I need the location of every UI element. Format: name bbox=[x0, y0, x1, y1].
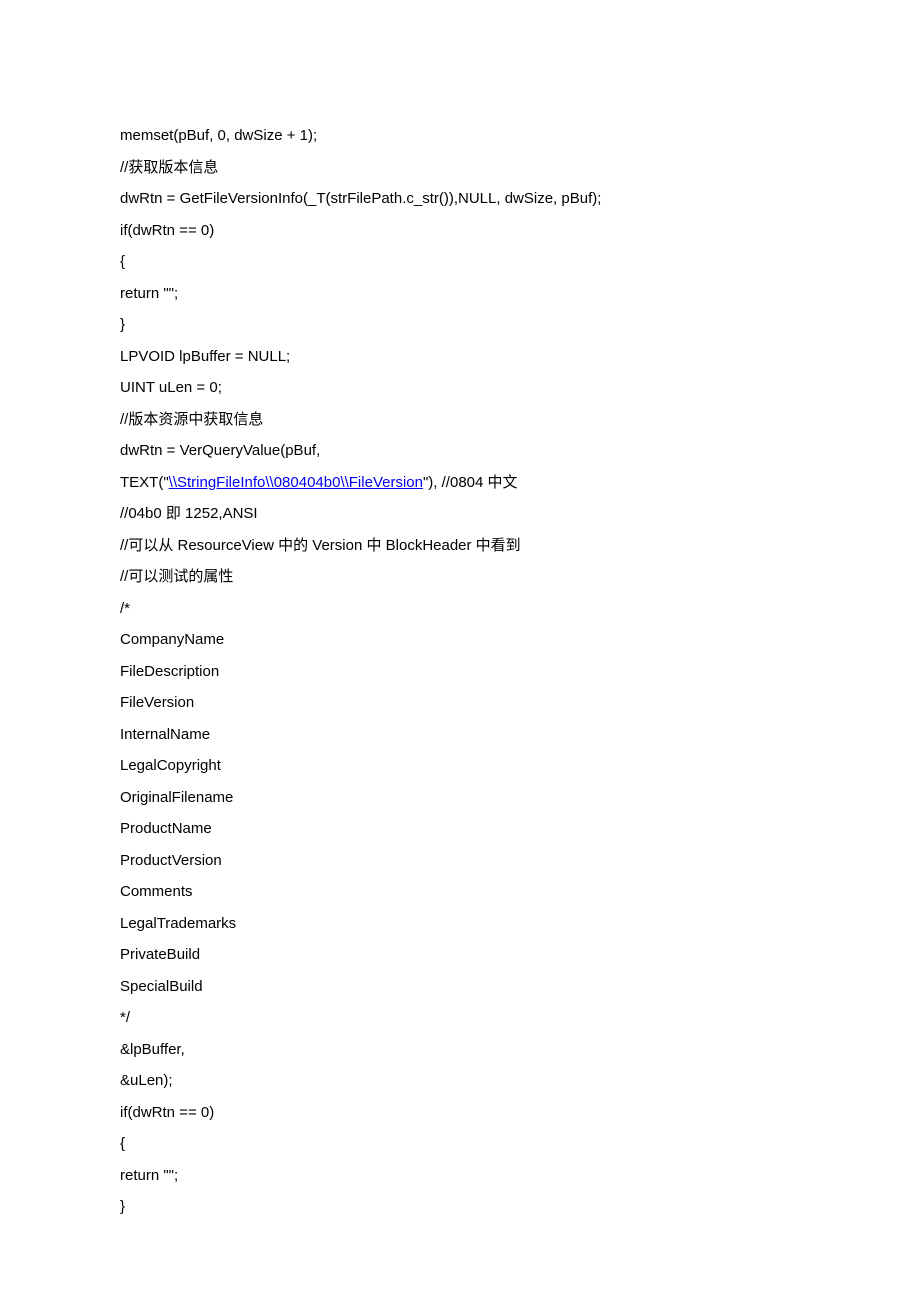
code-line: } bbox=[120, 1191, 800, 1223]
code-line: { bbox=[120, 1128, 800, 1160]
code-line: return ""; bbox=[120, 278, 800, 310]
string-file-info-link[interactable]: \\StringFileInfo\\080404b0\\FileVersion bbox=[169, 474, 423, 491]
code-line: //04b0 即 1252,ANSI bbox=[120, 498, 800, 530]
code-line: ProductVersion bbox=[120, 845, 800, 877]
code-line: ProductName bbox=[120, 813, 800, 845]
code-line: */ bbox=[120, 1002, 800, 1034]
code-line: PrivateBuild bbox=[120, 939, 800, 971]
code-line: { bbox=[120, 246, 800, 278]
code-line: //可以测试的属性 bbox=[120, 561, 800, 593]
code-line-with-link: TEXT("\\StringFileInfo\\080404b0\\FileVe… bbox=[120, 467, 800, 499]
code-line: &lpBuffer, bbox=[120, 1034, 800, 1066]
code-line: //版本资源中获取信息 bbox=[120, 404, 800, 436]
code-line: /* bbox=[120, 593, 800, 625]
code-line: } bbox=[120, 309, 800, 341]
code-line: OriginalFilename bbox=[120, 782, 800, 814]
code-line: LegalCopyright bbox=[120, 750, 800, 782]
code-line: LegalTrademarks bbox=[120, 908, 800, 940]
code-line: //获取版本信息 bbox=[120, 152, 800, 184]
code-line: return ""; bbox=[120, 1160, 800, 1192]
code-text-prefix: TEXT(" bbox=[120, 474, 169, 491]
code-line: //可以从 ResourceView 中的 Version 中 BlockHea… bbox=[120, 530, 800, 562]
code-line: memset(pBuf, 0, dwSize + 1); bbox=[120, 120, 800, 152]
code-line: UINT uLen = 0; bbox=[120, 372, 800, 404]
code-line: &uLen); bbox=[120, 1065, 800, 1097]
code-line: dwRtn = VerQueryValue(pBuf, bbox=[120, 435, 800, 467]
code-line: SpecialBuild bbox=[120, 971, 800, 1003]
document-page: memset(pBuf, 0, dwSize + 1); //获取版本信息 dw… bbox=[0, 0, 920, 1283]
code-line: if(dwRtn == 0) bbox=[120, 1097, 800, 1129]
code-line: CompanyName bbox=[120, 624, 800, 656]
code-line: dwRtn = GetFileVersionInfo(_T(strFilePat… bbox=[120, 183, 800, 215]
code-line: LPVOID lpBuffer = NULL; bbox=[120, 341, 800, 373]
code-text-suffix: "), //0804 中文 bbox=[423, 474, 518, 491]
code-line: FileVersion bbox=[120, 687, 800, 719]
code-line: if(dwRtn == 0) bbox=[120, 215, 800, 247]
code-line: FileDescription bbox=[120, 656, 800, 688]
code-line: Comments bbox=[120, 876, 800, 908]
code-line: InternalName bbox=[120, 719, 800, 751]
